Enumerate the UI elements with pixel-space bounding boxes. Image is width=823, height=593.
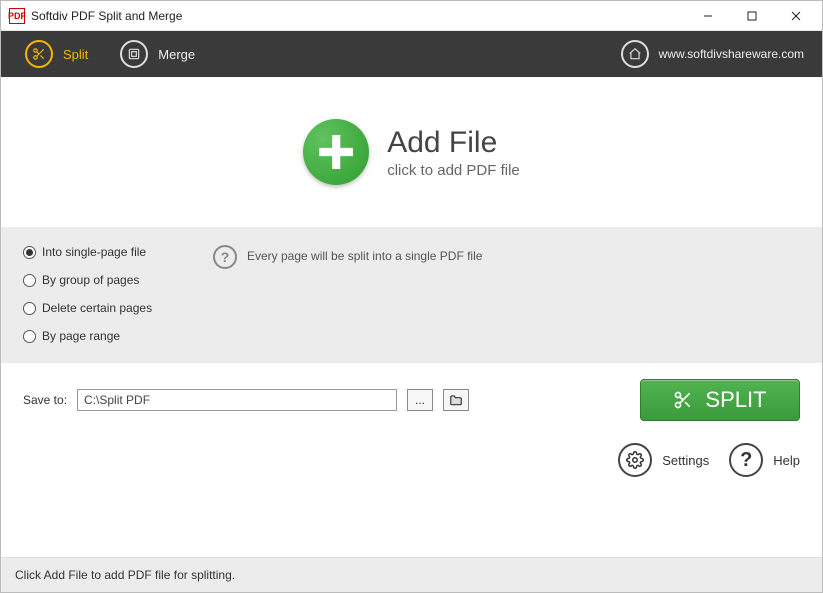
radio-delete-pages[interactable]: Delete certain pages	[23, 301, 193, 315]
window-title: Softdiv PDF Split and Merge	[31, 9, 182, 23]
radio-label: Delete certain pages	[42, 301, 152, 315]
help-button[interactable]: ? Help	[729, 443, 800, 477]
scissors-icon	[25, 40, 53, 68]
save-to-label: Save to:	[23, 393, 67, 407]
footer-buttons: Settings ? Help	[1, 437, 822, 495]
add-file-zone[interactable]: Add File click to add PDF file	[1, 77, 822, 227]
split-button-label: SPLIT	[705, 387, 766, 413]
gear-icon	[618, 443, 652, 477]
tab-split-label: Split	[63, 47, 88, 62]
radio-icon	[23, 330, 36, 343]
content: Add File click to add PDF file Into sing…	[1, 77, 822, 557]
save-path-input[interactable]	[77, 389, 397, 411]
split-button[interactable]: SPLIT	[640, 379, 800, 421]
plus-icon	[303, 119, 369, 185]
radio-label: Into single-page file	[42, 245, 146, 259]
tab-merge[interactable]: Merge	[114, 36, 201, 72]
radio-label: By group of pages	[42, 273, 139, 287]
app-icon: PDF	[9, 8, 25, 24]
question-icon: ?	[213, 245, 237, 269]
titlebar: PDF Softdiv PDF Split and Merge	[1, 1, 822, 31]
radio-icon	[23, 274, 36, 287]
browse-folder-button[interactable]	[443, 389, 469, 411]
split-options-panel: Into single-page file By group of pages …	[1, 227, 822, 363]
settings-label: Settings	[662, 453, 709, 468]
radio-icon	[23, 246, 36, 259]
radio-group-pages[interactable]: By group of pages	[23, 273, 193, 287]
split-mode-radios: Into single-page file By group of pages …	[23, 245, 193, 343]
save-row: Save to: ... SPLIT	[1, 363, 822, 437]
help-label: Help	[773, 453, 800, 468]
settings-button[interactable]: Settings	[618, 443, 709, 477]
tab-split[interactable]: Split	[19, 36, 94, 72]
add-file-subtext: click to add PDF file	[387, 162, 520, 179]
minimize-button[interactable]	[686, 2, 730, 30]
radio-single-page[interactable]: Into single-page file	[23, 245, 193, 259]
split-hint: ? Every page will be split into a single…	[213, 245, 482, 343]
hint-text: Every page will be split into a single P…	[247, 245, 482, 263]
question-icon: ?	[729, 443, 763, 477]
merge-icon	[120, 40, 148, 68]
status-bar: Click Add File to add PDF file for split…	[1, 557, 822, 592]
radio-label: By page range	[42, 329, 120, 343]
home-icon[interactable]	[621, 40, 649, 68]
main-toolbar: Split Merge www.softdivshareware.com	[1, 31, 822, 77]
tab-merge-label: Merge	[158, 47, 195, 62]
more-button[interactable]: ...	[407, 389, 433, 411]
site-link-group: www.softdivshareware.com	[621, 40, 804, 68]
site-link[interactable]: www.softdivshareware.com	[659, 47, 804, 61]
radio-page-range[interactable]: By page range	[23, 329, 193, 343]
close-button[interactable]	[774, 2, 818, 30]
status-text: Click Add File to add PDF file for split…	[15, 568, 235, 582]
window-controls	[686, 2, 818, 30]
scissors-icon	[673, 390, 693, 410]
add-file-heading: Add File	[387, 126, 520, 160]
maximize-button[interactable]	[730, 2, 774, 30]
radio-icon	[23, 302, 36, 315]
